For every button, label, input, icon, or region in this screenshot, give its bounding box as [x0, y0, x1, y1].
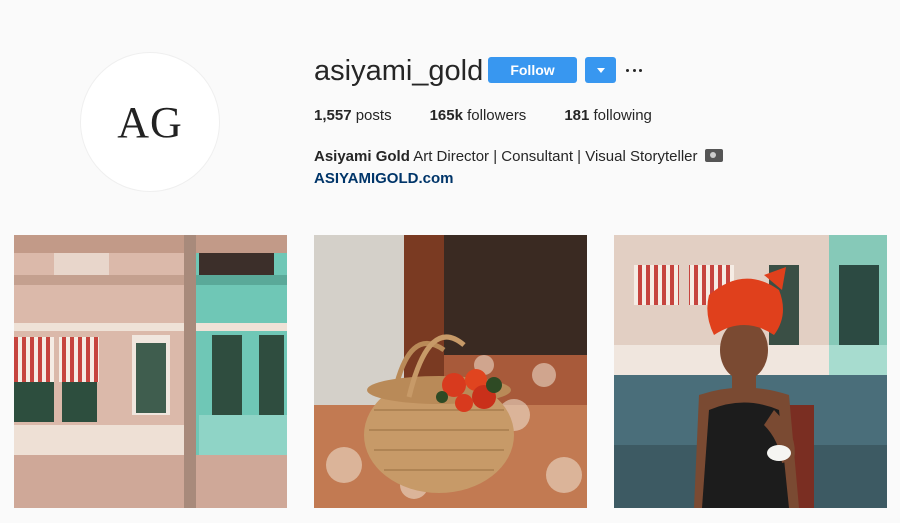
follow-button[interactable]: Follow	[488, 57, 577, 83]
post-image-basket	[314, 235, 587, 508]
following-label: following	[593, 107, 652, 124]
more-dots-icon-dot	[632, 68, 636, 72]
posts-label: posts	[355, 107, 392, 124]
bio-text: Art Director | Consultant | Visual Story…	[413, 148, 698, 165]
website-link[interactable]: ASIYAMIGOLD.com	[314, 168, 723, 190]
post-image-portrait	[614, 235, 887, 508]
bio-line: Asiyami Gold Art Director | Consultant |…	[314, 146, 723, 168]
followers-stat[interactable]: 165k followers	[430, 107, 527, 125]
profile-stats: 1,557 posts 165k followers 181 following	[314, 107, 690, 125]
followers-count: 165k	[429, 107, 463, 124]
followers-label: followers	[467, 107, 527, 124]
avatar[interactable]: AG	[80, 52, 220, 192]
following-stat[interactable]: 181 following	[564, 107, 652, 125]
more-dots-icon	[626, 68, 629, 72]
chevron-down-icon	[596, 67, 605, 73]
following-count: 181	[564, 107, 590, 124]
post-thumbnail-3[interactable]	[614, 235, 887, 508]
posts-count: 1,557	[314, 107, 352, 124]
camera-icon	[704, 149, 723, 162]
avatar-logo-text: AG	[117, 97, 183, 147]
posts-stat: 1,557 posts	[314, 107, 392, 125]
more-options-button[interactable]	[626, 60, 642, 80]
suggestions-dropdown-button[interactable]	[585, 57, 616, 83]
username: asiyami_gold	[314, 55, 484, 87]
more-dots-icon-dot	[639, 68, 642, 72]
post-thumbnail-2[interactable]	[314, 235, 587, 508]
full-name: Asiyami Gold	[314, 148, 410, 165]
profile-bio: Asiyami Gold Art Director | Consultant |…	[314, 146, 723, 190]
post-thumbnail-1[interactable]	[14, 235, 287, 508]
post-image-buildings	[14, 235, 287, 508]
